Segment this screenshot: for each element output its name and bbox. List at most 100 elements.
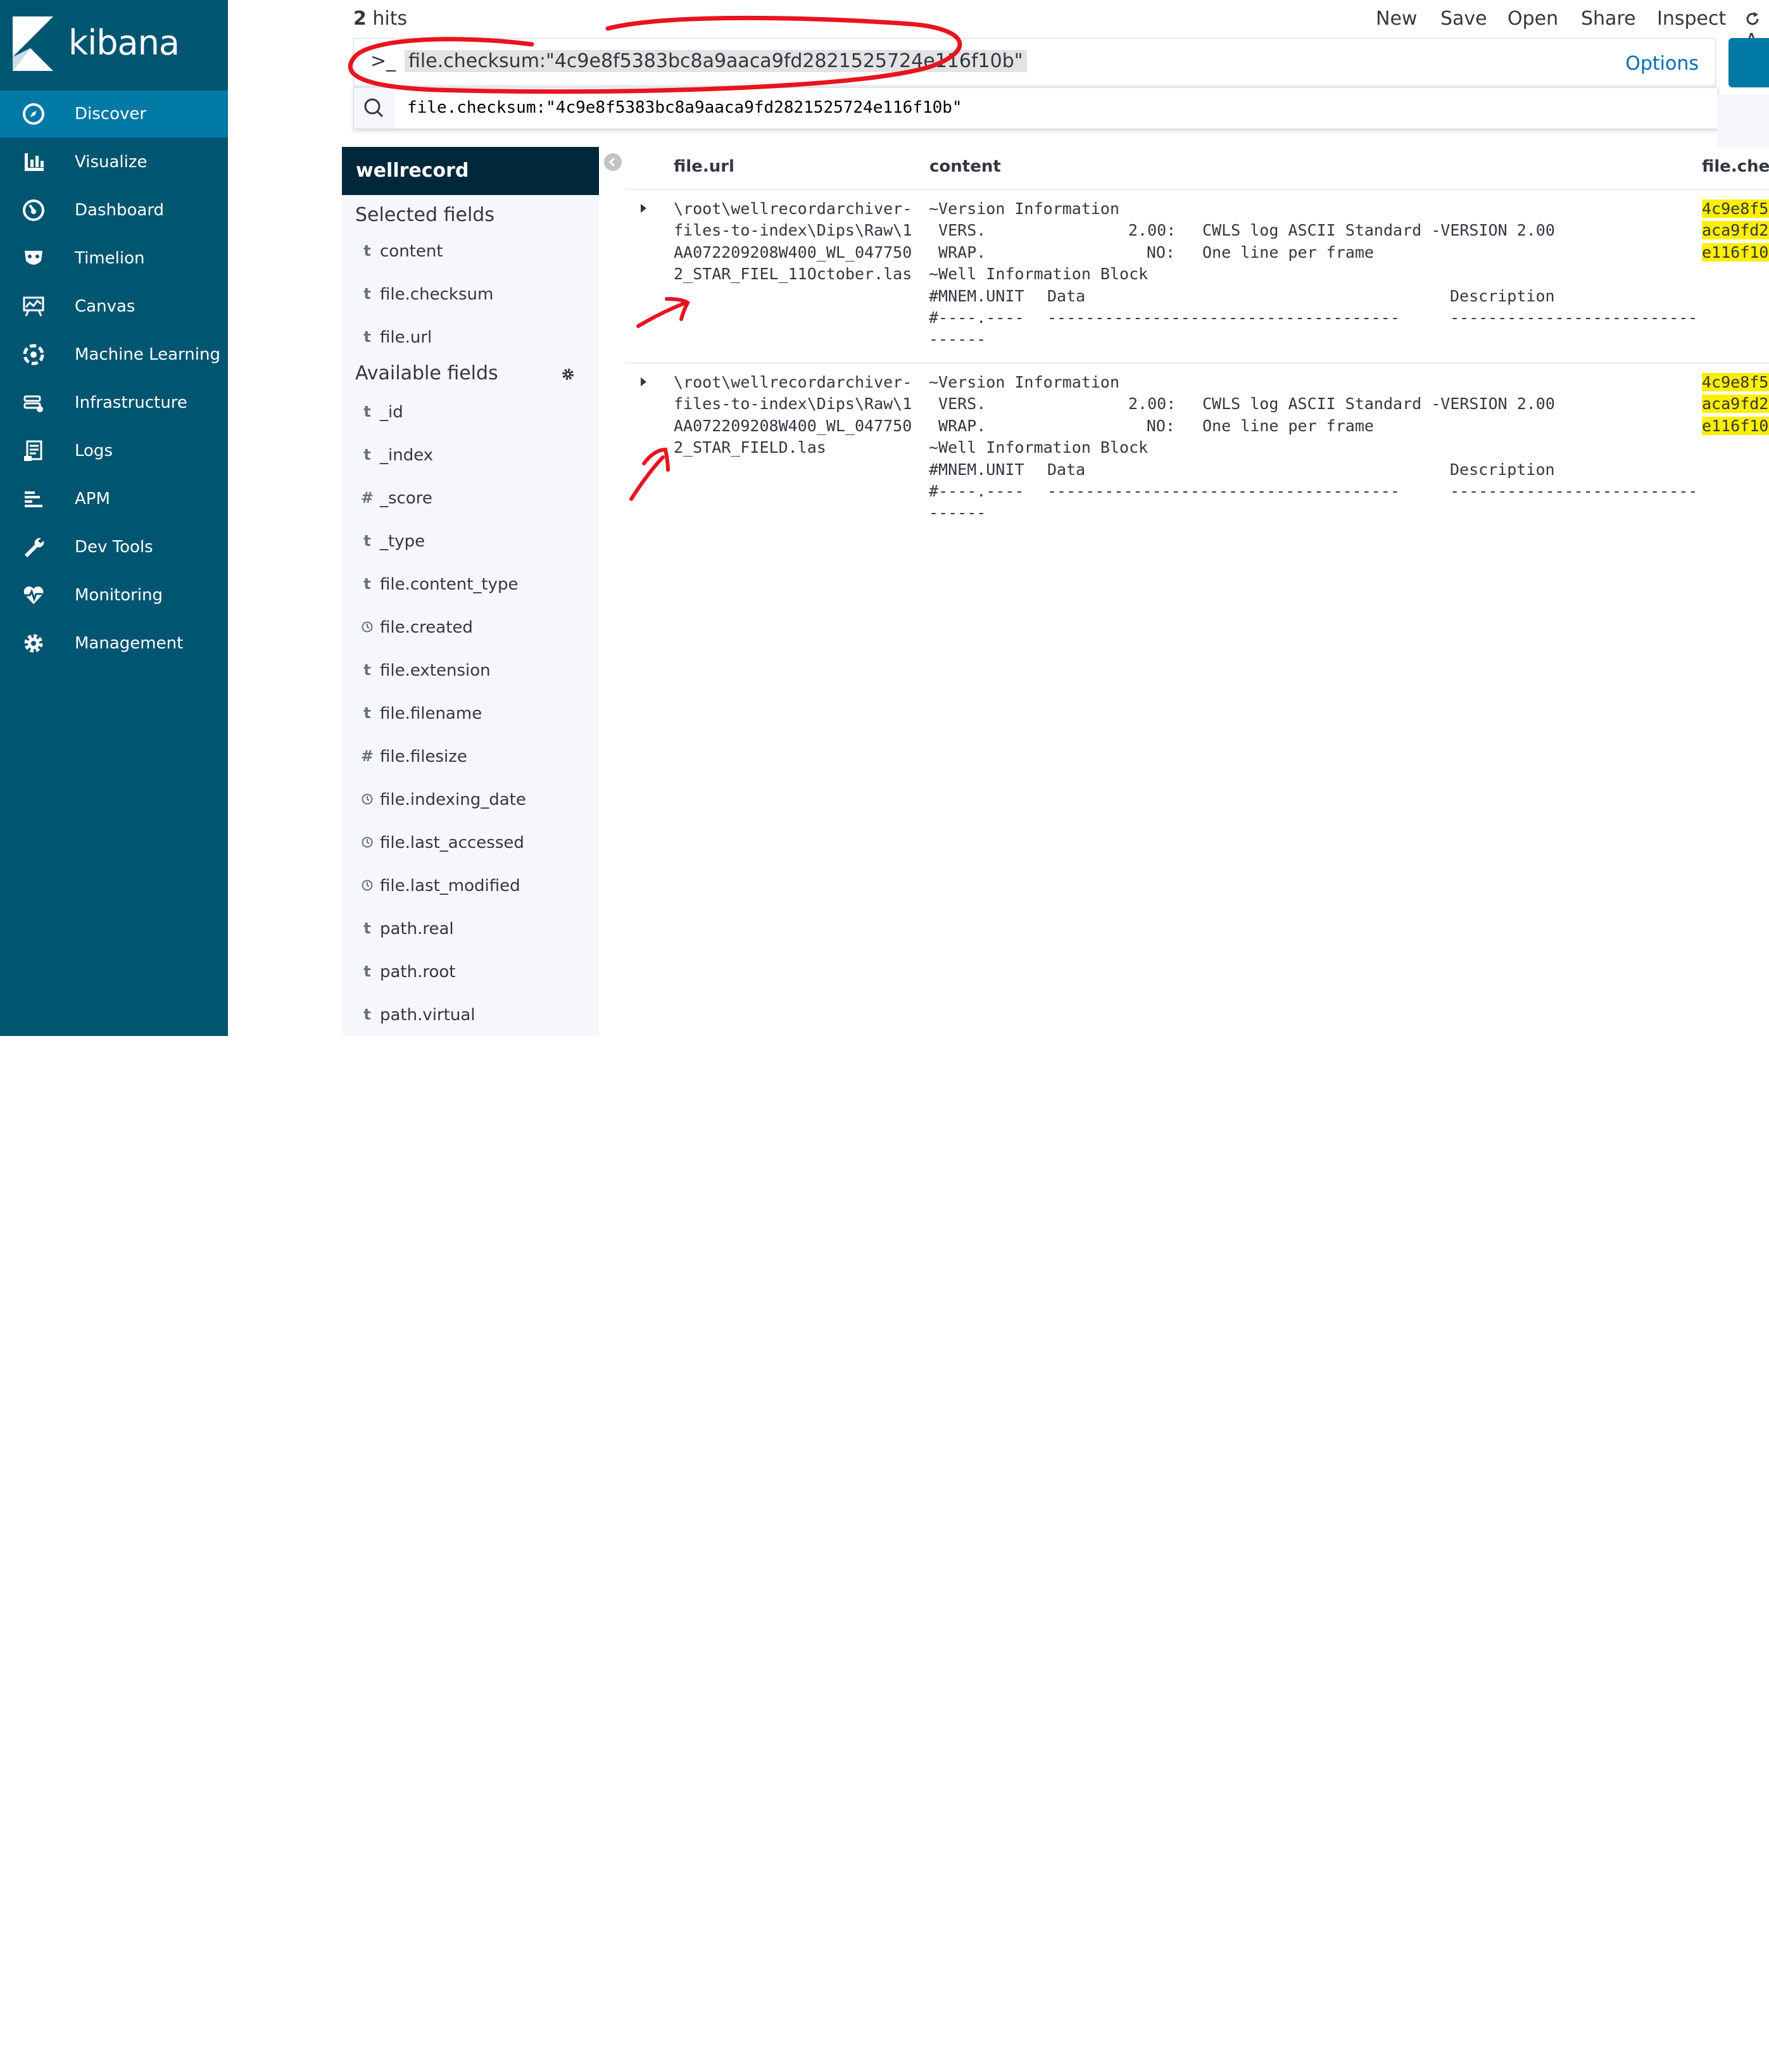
heartbeat-icon (22, 583, 46, 607)
field-item-file-last-modified[interactable]: file.last_modified (355, 874, 595, 899)
column-header-file-url[interactable]: file.url (674, 157, 734, 176)
field-item-file-indexing-date[interactable]: file.indexing_date (355, 788, 595, 813)
nav-item-dashboard[interactable]: Dashboard (0, 187, 228, 234)
field-item-file-filesize[interactable]: # file.filesize (355, 745, 595, 770)
selected-fields-title: Selected fields (355, 204, 494, 226)
nav-item-machine-learning[interactable]: Machine Learning (0, 331, 228, 378)
field-item-file-checksum[interactable]: t file.checksum (355, 282, 595, 308)
save-button[interactable]: Save (1440, 8, 1487, 30)
nav-item-infrastructure[interactable]: Infrastructure (0, 379, 228, 426)
field-item-path-virtual[interactable]: t path.virtual (355, 1003, 595, 1028)
field-name: file.content_type (380, 575, 519, 594)
refresh-query-button[interactable] (1728, 38, 1769, 87)
nav-item-dev-tools[interactable]: Dev Tools (0, 524, 228, 571)
available-fields-title: Available fields (355, 362, 498, 384)
field-item-file-url[interactable]: t file.url (355, 325, 595, 351)
nav-label: Machine Learning (75, 345, 220, 364)
field-item-file-extension[interactable]: t file.extension (355, 659, 595, 684)
canvas-icon (22, 294, 46, 319)
nav-label: Monitoring (75, 586, 163, 605)
field-name: path.virtual (380, 1006, 475, 1025)
nav-label: Dev Tools (75, 538, 153, 557)
field-name: path.real (380, 919, 454, 938)
clock-icon (358, 618, 376, 636)
field-item-content[interactable]: t content (355, 239, 595, 265)
nav-item-canvas[interactable]: Canvas (0, 283, 228, 330)
string-type-icon: t (363, 285, 371, 303)
field-name: file.url (380, 328, 432, 347)
field-name: _score (380, 489, 432, 508)
header-divider (626, 189, 1769, 190)
clock-icon (358, 876, 376, 894)
checksum-highlight: e116f10b (1702, 243, 1769, 262)
side-nav: kibana Discover Visualize Dashboard Time… (0, 0, 228, 1036)
expand-row-icon[interactable] (641, 204, 646, 213)
new-button[interactable]: New (1376, 8, 1417, 30)
kibana-brand: kibana (68, 23, 180, 63)
nav-item-visualize[interactable]: Visualize (0, 139, 228, 186)
nav-item-apm[interactable]: APM (0, 476, 228, 522)
column-header-content[interactable]: content (929, 157, 1001, 176)
refresh-icon (1746, 12, 1759, 25)
field-name: _type (380, 532, 425, 551)
string-type-icon: t (363, 661, 371, 679)
nav-item-discover[interactable]: Discover (0, 91, 228, 137)
checksum-highlight: aca9fd28 (1702, 221, 1769, 240)
compass-icon (22, 102, 46, 126)
nav-item-monitoring[interactable]: Monitoring (0, 572, 228, 619)
open-button[interactable]: Open (1508, 8, 1558, 30)
share-button[interactable]: Share (1581, 8, 1636, 30)
nav-label: Discover (75, 104, 147, 123)
column-header-file-checksum[interactable]: file.check (1702, 157, 1769, 176)
checksum-highlight: 4c9e8f52 (1702, 199, 1769, 218)
cell-content-data: Data -----------------------------------… (1047, 286, 1400, 327)
timelion-icon (22, 246, 46, 270)
clock-icon (358, 790, 376, 808)
field-item-index[interactable]: t _index (355, 443, 595, 469)
nav-item-timelion[interactable]: Timelion (0, 235, 228, 282)
clock-icon (358, 833, 376, 851)
field-name: file.last_modified (380, 876, 520, 895)
annotation-arrow (636, 297, 690, 328)
field-item-id[interactable]: t _id (355, 400, 595, 426)
field-item-file-last-accessed[interactable]: file.last_accessed (355, 831, 595, 856)
field-item-type[interactable]: t _type (355, 529, 595, 555)
gear-icon[interactable] (561, 367, 575, 381)
gear-icon (22, 631, 46, 655)
field-name: file.indexing_date (380, 790, 526, 809)
cell-content-description: Description -------------------------- (1450, 286, 1698, 327)
field-name: file.extension (380, 661, 491, 680)
index-pattern-selector[interactable]: wellrecord (342, 147, 599, 195)
string-type-icon: t (363, 704, 371, 722)
infrastructure-icon (22, 391, 46, 415)
string-type-icon: t (363, 328, 371, 346)
cell-file-url: \root\wellrecordarchiver- files-to-index… (674, 373, 912, 457)
dashboard-icon (22, 198, 46, 222)
apm-icon (22, 487, 46, 511)
nav-item-logs[interactable]: Logs (0, 427, 228, 474)
string-type-icon: t (363, 963, 371, 980)
nav-label: Infrastructure (75, 393, 187, 412)
string-type-icon: t (363, 919, 371, 937)
inspect-button[interactable]: Inspect (1657, 8, 1726, 30)
nav-item-management[interactable]: Management (0, 620, 228, 667)
logs-icon (22, 439, 46, 463)
nav-label: Timelion (75, 249, 145, 268)
cell-file-url: \root\wellrecordarchiver- files-to-index… (674, 199, 912, 284)
cell-content-description: Description -------------------------- (1450, 460, 1698, 501)
kibana-logo[interactable]: kibana (13, 16, 222, 71)
expand-row-icon[interactable] (641, 377, 646, 386)
options-button[interactable]: Options (1625, 53, 1699, 75)
annotation-circle (348, 15, 962, 94)
field-item-score[interactable]: # _score (355, 486, 595, 512)
nav-label: Dashboard (75, 201, 165, 220)
toolbar-strip (1717, 95, 1769, 147)
field-item-file-content-type[interactable]: t file.content_type (355, 572, 595, 598)
checksum-highlight: e116f10b (1702, 416, 1769, 435)
field-item-file-filename[interactable]: t file.filename (355, 702, 595, 727)
field-item-path-root[interactable]: t path.root (355, 960, 595, 985)
collapse-sidebar-button[interactable] (604, 153, 622, 171)
field-item-path-real[interactable]: t path.real (355, 917, 595, 942)
checksum-highlight: aca9fd28 (1702, 395, 1769, 414)
field-item-file-created[interactable]: file.created (355, 616, 595, 641)
